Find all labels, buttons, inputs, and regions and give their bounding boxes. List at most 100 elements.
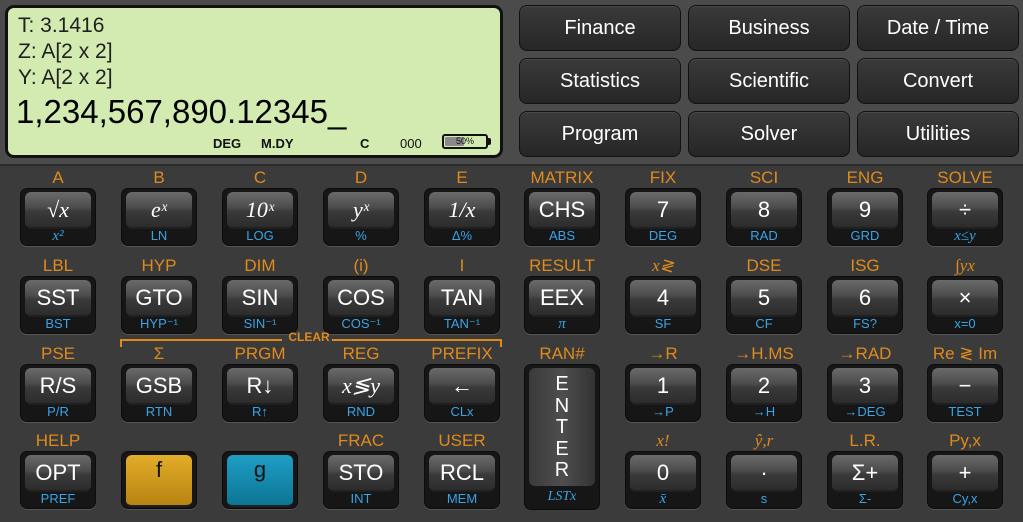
g-label: →DEG [844,404,886,419]
g-label: Cy,x [952,491,978,506]
y-register: Y: A[2 x 2] [18,66,113,89]
menu-button-program[interactable]: Program [519,111,681,157]
key-face: COS [328,280,394,317]
key-10-r1-2[interactable]: 10ˣ LOG [222,188,298,246]
key-face: TAN [429,280,495,317]
menu-button-scientific[interactable]: Scientific [688,58,850,104]
g-label: RAD [750,228,778,243]
menu-button-utilities[interactable]: Utilities [857,111,1019,157]
f-label: ISG [850,256,880,275]
key-xy-r3-3[interactable]: x≶y RND [323,364,399,422]
key-chs-r1-5[interactable]: CHS ABS [524,188,600,246]
key-9-r1-8[interactable]: 9 GRD [827,188,903,246]
key-face: SIN [227,280,293,317]
battery-text: 50% [455,136,474,146]
key-1x-r1-4[interactable]: 1/x Δ% [424,188,500,246]
key-sto-r4-3[interactable]: STO INT [323,451,399,509]
f-label: L.R. [849,431,881,450]
key-4-r2-6[interactable]: 4 SF [625,276,701,334]
key--r1-9[interactable]: ÷ x≤y [927,188,1003,246]
menu-button-business[interactable]: Business [688,5,850,51]
key--r4-7[interactable]: · s [726,451,802,509]
key-face: 1/x [429,192,495,229]
key-5-r2-7[interactable]: 5 CF [726,276,802,334]
menu-button-date-time[interactable]: Date / Time [857,5,1019,51]
enter-letter: N [554,394,570,417]
key-sin-r2-2[interactable]: SIN SIN⁻¹ [222,276,298,334]
key-x-r1-0[interactable]: √x x² [20,188,96,246]
key--r3-9[interactable]: − TEST [927,364,1003,422]
enter-letter: R [554,459,570,481]
key--r4-9[interactable]: + Cy,x [927,451,1003,509]
enter-letter: T [555,416,569,438]
key-face: 1 [630,368,696,405]
clear-label: CLEAR [288,330,330,344]
clear-bracket-left [120,339,282,347]
g-label: DEG [648,228,678,243]
key-2-r3-7[interactable]: 2 →H [726,364,802,422]
key--r4-8[interactable]: Σ+ Σ- [827,451,903,509]
key-face: g [227,455,293,507]
key-rcl-r4-4[interactable]: RCL MEM [424,451,500,509]
key-face: x≶y [328,368,394,405]
g-label: INT [350,491,372,506]
key-eex-r2-5[interactable]: EEX π [524,276,600,334]
g-label: CLx [450,404,474,419]
key-face: CHS [529,192,595,229]
key-tan-r2-4[interactable]: TAN TAN⁻¹ [424,276,500,334]
g-label: →H [752,404,776,419]
menu-button-solver[interactable]: Solver [688,111,850,157]
date-format-annunciator: M.DY [261,136,294,151]
key-y-r1-3[interactable]: yˣ% [323,188,399,246]
f-label: (i) [353,256,369,275]
f-label: REG [342,344,380,363]
key-r-r3-2[interactable]: R↓ R↑ [222,364,298,422]
g-label: x² [52,228,64,244]
f-label: MATRIX [530,168,594,187]
g-label: s [760,491,768,506]
f-label: LBL [42,256,74,275]
g-label: R↑ [252,404,268,419]
key-opt-r4-0[interactable]: OPT PREF [20,451,96,509]
key-gto-r2-1[interactable]: GTO HYP⁻¹ [121,276,197,334]
g-label: LN [150,228,168,243]
key-f-r4-1[interactable]: f [121,451,197,509]
key-face: R↓ [227,368,293,405]
key-face: + [932,455,998,492]
key-face: GTO [126,280,192,317]
key-face: − [932,368,998,405]
menu-button-statistics[interactable]: Statistics [519,58,681,104]
key-rs-r3-0[interactable]: R/S P/R [20,364,96,422]
key-1-r3-6[interactable]: 1 →P [625,364,701,422]
key-6-r2-8[interactable]: 6 FS? [827,276,903,334]
f-label: I [459,256,465,275]
key-g-r4-2[interactable]: g [222,451,298,509]
key-7-r1-6[interactable]: 7 DEG [625,188,701,246]
key-face: 10ˣ [227,192,293,229]
z-register: Z: A[2 x 2] [18,40,113,63]
key-8-r1-7[interactable]: 8 RAD [726,188,802,246]
key-cos-r2-3[interactable]: COS COS⁻¹ [323,276,399,334]
enter-key-face: ENTER [529,368,595,486]
menu-button-finance[interactable]: Finance [519,5,681,51]
key-face: 7 [630,192,696,229]
key--r2-9[interactable]: × x=0 [927,276,1003,334]
g-label: CF [755,316,773,331]
battery-icon: 50% [442,134,488,149]
key-3-r3-8[interactable]: 3 →DEG [827,364,903,422]
key-0-r4-6[interactable]: 0 x̄ [625,451,701,509]
key-face: yˣ [328,192,394,229]
g-label: COS⁻¹ [341,316,381,331]
enter-letter: E [555,437,569,460]
f-label: SCI [749,168,779,187]
f-label: ∫yx [955,256,975,275]
key-sst-r2-0[interactable]: SST BST [20,276,96,334]
key-gsb-r3-1[interactable]: GSB RTN [121,364,197,422]
f-label: PSE [40,344,76,363]
g-label: BST [45,316,71,331]
menu-button-convert[interactable]: Convert [857,58,1019,104]
key--r3-4[interactable]: ← CLx [424,364,500,422]
key-e-r1-1[interactable]: eˣ LN [121,188,197,246]
enter-key[interactable]: ENTER LSTx [524,364,600,510]
key-face: EEX [529,280,595,317]
